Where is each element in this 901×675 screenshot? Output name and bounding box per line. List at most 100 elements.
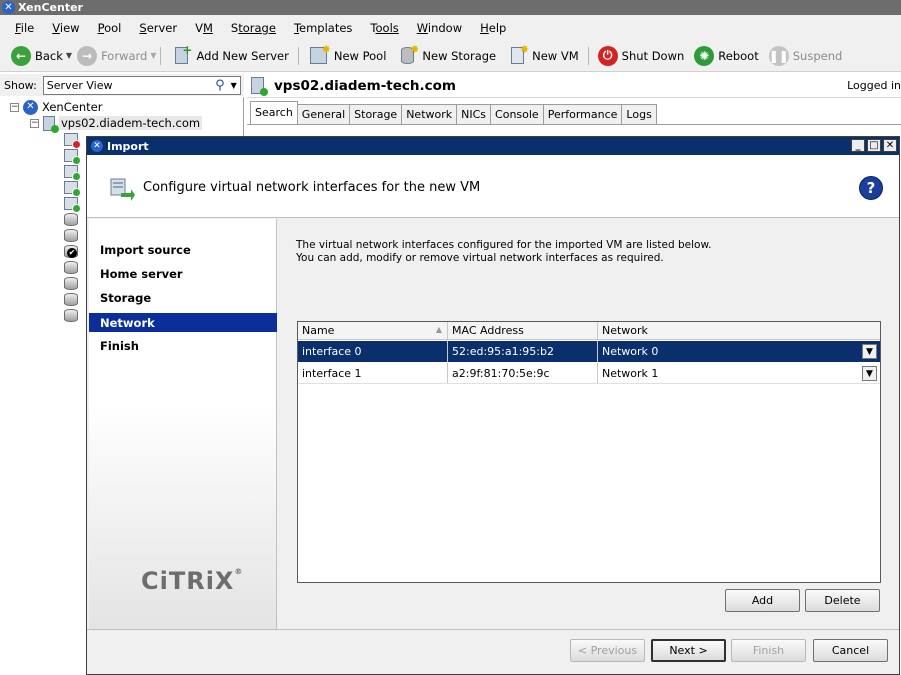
- step-home-server[interactable]: Home server: [89, 264, 277, 283]
- storage-icon[interactable]: [64, 277, 78, 290]
- description-line-2: You can add, modify or remove virtual ne…: [296, 252, 664, 264]
- collapse-icon[interactable]: −: [30, 118, 39, 128]
- table-row[interactable]: interface 1 a2:9f:81:70:5e:9c Network 1 …: [298, 363, 880, 384]
- menu-window[interactable]: Window: [408, 21, 471, 35]
- tab-console[interactable]: Console: [490, 104, 544, 124]
- host-tabs: Search General Storage Network NICs Cons…: [247, 100, 657, 124]
- new-pool-button[interactable]: ✸ New Pool: [303, 43, 392, 69]
- maximize-icon[interactable]: □: [867, 139, 881, 152]
- tab-performance[interactable]: Performance: [542, 104, 623, 124]
- menu-bar: File View Pool Server VM Storage Templat…: [0, 15, 901, 40]
- chevron-down-icon[interactable]: ▼: [862, 366, 877, 381]
- storage-icon[interactable]: [64, 261, 78, 274]
- vm-running-icon[interactable]: [64, 149, 81, 165]
- tree-host-label: vps02.diadem-tech.com: [59, 116, 203, 130]
- show-row: Show: Server View ⚲ ▼: [0, 74, 244, 96]
- logged-in-status: Logged in: [847, 79, 901, 92]
- new-pool-icon: ✸: [308, 43, 331, 66]
- show-view-select[interactable]: Server View ⚲ ▼: [42, 75, 241, 95]
- step-finish[interactable]: Finish: [89, 336, 277, 355]
- chevron-down-icon[interactable]: ▼: [231, 81, 237, 90]
- column-header-name[interactable]: Name ▲: [298, 322, 448, 339]
- vm-running-icon[interactable]: [64, 181, 81, 197]
- cell-name[interactable]: interface 1: [298, 363, 448, 383]
- tab-network[interactable]: Network: [401, 104, 458, 124]
- chevron-down-icon[interactable]: ▼: [862, 344, 877, 359]
- storage-icon[interactable]: [64, 309, 78, 322]
- next-button[interactable]: Next >: [651, 639, 726, 662]
- power-icon: ⏻: [597, 45, 618, 66]
- cell-name[interactable]: interface 0: [298, 341, 448, 362]
- storage-icon[interactable]: [64, 293, 78, 306]
- suspend-label: Suspend: [792, 48, 843, 63]
- new-storage-button[interactable]: ✸ New Storage: [391, 43, 501, 69]
- storage-icon[interactable]: [64, 229, 78, 242]
- column-header-mac[interactable]: MAC Address: [448, 322, 598, 339]
- suspend-button[interactable]: ❚❚ Suspend: [764, 43, 848, 69]
- back-button[interactable]: ← Back: [6, 43, 68, 69]
- new-pool-label: New Pool: [333, 48, 387, 63]
- menu-tools[interactable]: Tools: [361, 21, 407, 35]
- shut-down-label: Shut Down: [621, 48, 685, 63]
- menu-file[interactable]: File: [6, 21, 43, 35]
- tree-host[interactable]: − vps02.diadem-tech.com: [30, 115, 203, 133]
- cell-mac[interactable]: a2:9f:81:70:5e:9c: [448, 363, 598, 383]
- default-storage-icon[interactable]: ✔: [64, 245, 78, 258]
- host-title: vps02.diadem-tech.com: [274, 77, 456, 94]
- step-storage[interactable]: Storage: [89, 288, 277, 307]
- wizard-page: The virtual network interfaces configure…: [279, 219, 899, 629]
- tree-root[interactable]: − ✕ XenCenter: [10, 99, 102, 115]
- cell-mac[interactable]: 52:ed:95:a1:95:b2: [448, 341, 598, 362]
- menu-server[interactable]: Server: [130, 21, 186, 35]
- menu-templates[interactable]: Templates: [285, 21, 361, 35]
- forward-dropdown-icon[interactable]: ▼: [150, 51, 156, 60]
- menu-storage[interactable]: Storage: [222, 21, 285, 35]
- xencenter-icon: ✕: [23, 99, 38, 115]
- previous-button[interactable]: < Previous: [570, 639, 645, 662]
- description-line-1: The virtual network interfaces configure…: [296, 239, 712, 251]
- reboot-icon: ✺: [694, 45, 715, 66]
- step-import-source[interactable]: Import source: [89, 240, 277, 259]
- tab-search[interactable]: Search: [250, 101, 298, 124]
- menu-pool[interactable]: Pool: [89, 21, 131, 35]
- network-select[interactable]: Network 0 ▼: [598, 341, 880, 362]
- column-header-network[interactable]: Network: [598, 322, 880, 339]
- add-new-server-button[interactable]: + Add New Server: [165, 43, 293, 69]
- tab-storage[interactable]: Storage: [349, 104, 403, 124]
- table-row[interactable]: interface 0 52:ed:95:a1:95:b2 Network 0 …: [298, 341, 880, 362]
- import-dialog: ✕ Import _ □ ✕ Configure virtual network…: [86, 136, 900, 675]
- dialog-titlebar[interactable]: ✕ Import _ □ ✕: [87, 137, 899, 155]
- new-vm-button[interactable]: ✸ New VM: [501, 43, 584, 69]
- network-select[interactable]: Network 1 ▼: [598, 363, 880, 383]
- help-icon[interactable]: ?: [859, 176, 883, 200]
- step-network[interactable]: Network: [89, 313, 277, 332]
- search-icon[interactable]: ⚲: [215, 78, 225, 93]
- minimize-icon[interactable]: _: [851, 139, 865, 152]
- menu-help[interactable]: Help: [471, 21, 515, 35]
- tab-logs[interactable]: Logs: [621, 104, 657, 124]
- vm-halted-icon[interactable]: [64, 133, 81, 149]
- close-icon[interactable]: ✕: [883, 139, 897, 152]
- finish-button[interactable]: Finish: [731, 639, 806, 662]
- xencenter-logo-icon: ✕: [2, 1, 15, 14]
- menu-vm[interactable]: VM: [186, 21, 222, 35]
- storage-icon[interactable]: [64, 213, 78, 226]
- delete-button[interactable]: Delete: [805, 589, 880, 612]
- shut-down-button[interactable]: ⏻ Shut Down: [593, 43, 690, 69]
- tab-nics[interactable]: NICs: [456, 104, 492, 124]
- vm-running-icon[interactable]: [64, 197, 81, 213]
- reboot-button[interactable]: ✺ Reboot: [689, 43, 763, 69]
- tab-general[interactable]: General: [296, 104, 351, 124]
- menu-view[interactable]: View: [43, 21, 88, 35]
- add-button[interactable]: Add: [725, 589, 800, 612]
- forward-button[interactable]: → Forward: [72, 43, 152, 69]
- cancel-button[interactable]: Cancel: [813, 639, 888, 662]
- reboot-label: Reboot: [718, 48, 759, 63]
- toolbar-separator: [160, 46, 162, 65]
- network-interfaces-grid: Name ▲ MAC Address Network interface 0 5…: [297, 321, 881, 583]
- collapse-icon[interactable]: −: [10, 102, 19, 112]
- show-view-value: Server View: [46, 78, 113, 92]
- network-select-value: Network 1: [602, 366, 659, 380]
- toolbar: ← Back ▼ → Forward ▼ + Add New Server ✸ …: [0, 40, 901, 72]
- vm-running-icon[interactable]: [64, 165, 81, 181]
